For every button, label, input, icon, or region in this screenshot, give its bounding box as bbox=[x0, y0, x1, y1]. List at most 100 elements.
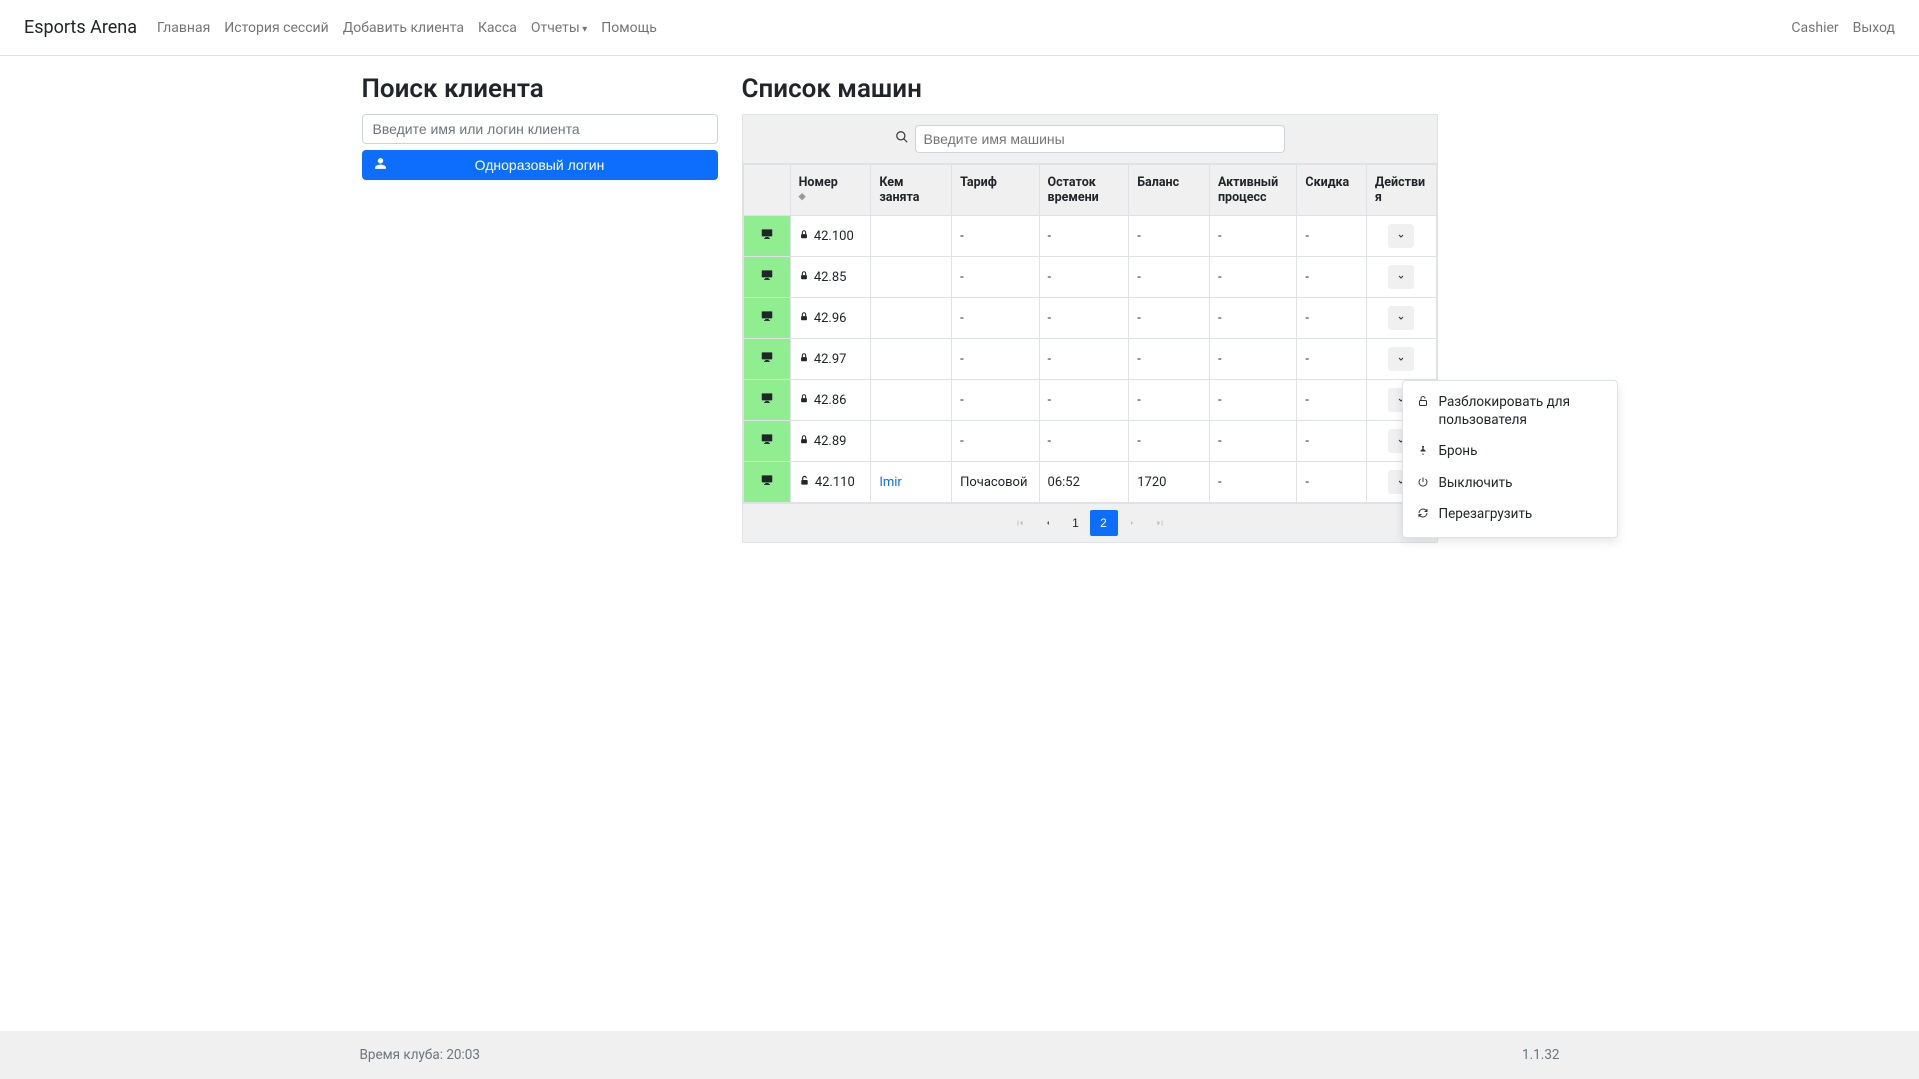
discount-cell: - bbox=[1297, 462, 1367, 503]
user-icon bbox=[374, 157, 387, 173]
row-actions-button[interactable] bbox=[1388, 347, 1414, 371]
action-restart[interactable]: Перезагрузить bbox=[1403, 499, 1617, 531]
one-time-login-button[interactable]: Одноразовый логин bbox=[362, 150, 718, 180]
pin-icon bbox=[1417, 444, 1431, 459]
occupied-cell: Imir bbox=[871, 462, 952, 503]
page-2[interactable]: 2 bbox=[1090, 510, 1118, 536]
table-row: 42.100----- bbox=[743, 216, 1436, 257]
occupied-cell bbox=[871, 380, 952, 421]
remaining-cell: 06:52 bbox=[1039, 462, 1129, 503]
nav-user[interactable]: Cashier bbox=[1791, 20, 1838, 36]
row-actions-button[interactable] bbox=[1388, 224, 1414, 248]
actions-cell bbox=[1366, 257, 1436, 298]
process-cell: - bbox=[1209, 462, 1296, 503]
nav-session-history[interactable]: История сессий bbox=[224, 20, 328, 36]
client-search-title: Поиск клиента bbox=[362, 74, 718, 104]
lock-icon bbox=[799, 435, 809, 448]
col-discount[interactable]: Скидка bbox=[1297, 165, 1367, 216]
process-cell: - bbox=[1209, 298, 1296, 339]
tariff-cell: - bbox=[952, 339, 1039, 380]
action-restart-label: Перезагрузить bbox=[1439, 506, 1603, 524]
col-active-process[interactable]: Активный процесс bbox=[1209, 165, 1296, 216]
remaining-cell: - bbox=[1039, 380, 1129, 421]
col-actions[interactable]: Действия bbox=[1366, 165, 1436, 216]
client-search-input[interactable] bbox=[362, 114, 718, 144]
action-shutdown-label: Выключить bbox=[1439, 475, 1603, 493]
version: 1.1.32 bbox=[1522, 1047, 1559, 1063]
occupied-cell bbox=[871, 339, 952, 380]
number-cell: 42.96 bbox=[790, 298, 871, 339]
nav-help[interactable]: Помощь bbox=[601, 20, 657, 36]
lock-icon bbox=[799, 230, 809, 243]
page-first[interactable] bbox=[1006, 510, 1034, 536]
refresh-icon bbox=[1417, 507, 1431, 522]
balance-cell: - bbox=[1129, 298, 1210, 339]
occupied-cell bbox=[871, 298, 952, 339]
row-actions-button[interactable] bbox=[1388, 306, 1414, 330]
action-reserve-label: Бронь bbox=[1439, 443, 1603, 461]
one-time-login-label: Одноразовый логин bbox=[475, 157, 605, 173]
sort-icon: ◆ bbox=[799, 192, 863, 202]
page-1[interactable]: 1 bbox=[1062, 510, 1090, 536]
actions-cell bbox=[1366, 339, 1436, 380]
col-tariff[interactable]: Тариф bbox=[952, 165, 1039, 216]
remaining-cell: - bbox=[1039, 421, 1129, 462]
monitor-icon bbox=[759, 394, 775, 409]
tariff-cell: - bbox=[952, 216, 1039, 257]
nav-logout[interactable]: Выход bbox=[1853, 20, 1895, 36]
balance-cell: - bbox=[1129, 421, 1210, 462]
machines-title: Список машин bbox=[742, 74, 1438, 104]
row-actions-button[interactable] bbox=[1388, 265, 1414, 289]
balance-cell: - bbox=[1129, 339, 1210, 380]
page-prev[interactable] bbox=[1034, 510, 1062, 536]
balance-cell: - bbox=[1129, 380, 1210, 421]
table-row: 42.96----- bbox=[743, 298, 1436, 339]
search-icon bbox=[895, 130, 909, 148]
remaining-cell: - bbox=[1039, 339, 1129, 380]
process-cell: - bbox=[1209, 257, 1296, 298]
machine-search-input[interactable] bbox=[915, 125, 1285, 153]
status-cell bbox=[743, 257, 790, 298]
col-time-remaining[interactable]: Остаток времени bbox=[1039, 165, 1129, 216]
page-last[interactable] bbox=[1146, 510, 1174, 536]
occupied-cell bbox=[871, 257, 952, 298]
nav-add-client[interactable]: Добавить клиента bbox=[343, 20, 464, 36]
nav-cash[interactable]: Касса bbox=[478, 20, 517, 36]
process-cell: - bbox=[1209, 380, 1296, 421]
remaining-cell: - bbox=[1039, 216, 1129, 257]
action-unlock[interactable]: Разблокировать для пользователя bbox=[1403, 387, 1617, 436]
status-cell bbox=[743, 421, 790, 462]
balance-cell: - bbox=[1129, 257, 1210, 298]
table-row: 42.86----- bbox=[743, 380, 1436, 421]
tariff-cell: - bbox=[952, 257, 1039, 298]
lock-icon bbox=[799, 312, 809, 325]
monitor-icon bbox=[759, 230, 775, 245]
col-occupied-by[interactable]: Кем занята bbox=[871, 165, 952, 216]
status-cell bbox=[743, 298, 790, 339]
tariff-cell: Почасовой bbox=[952, 462, 1039, 503]
discount-cell: - bbox=[1297, 421, 1367, 462]
action-reserve[interactable]: Бронь bbox=[1403, 436, 1617, 468]
discount-cell: - bbox=[1297, 339, 1367, 380]
lock-icon bbox=[799, 394, 809, 407]
col-number[interactable]: Номер ◆ bbox=[790, 165, 871, 216]
discount-cell: - bbox=[1297, 380, 1367, 421]
action-shutdown[interactable]: Выключить bbox=[1403, 468, 1617, 500]
nav-main[interactable]: Главная bbox=[157, 20, 210, 36]
navbar: Esports Arena Главная История сессий Доб… bbox=[0, 0, 1919, 56]
remaining-cell: - bbox=[1039, 298, 1129, 339]
tariff-cell: - bbox=[952, 380, 1039, 421]
balance-cell: - bbox=[1129, 216, 1210, 257]
tariff-cell: - bbox=[952, 298, 1039, 339]
page-next[interactable] bbox=[1118, 510, 1146, 536]
process-cell: - bbox=[1209, 421, 1296, 462]
lock-icon bbox=[799, 353, 809, 366]
occupied-by-link[interactable]: Imir bbox=[879, 475, 902, 490]
occupied-cell bbox=[871, 421, 952, 462]
col-balance[interactable]: Баланс bbox=[1129, 165, 1210, 216]
process-cell: - bbox=[1209, 339, 1296, 380]
brand[interactable]: Esports Arena bbox=[24, 17, 137, 38]
monitor-icon bbox=[759, 312, 775, 327]
nav-reports[interactable]: Отчеты bbox=[531, 20, 587, 36]
table-row: 42.89----- bbox=[743, 421, 1436, 462]
